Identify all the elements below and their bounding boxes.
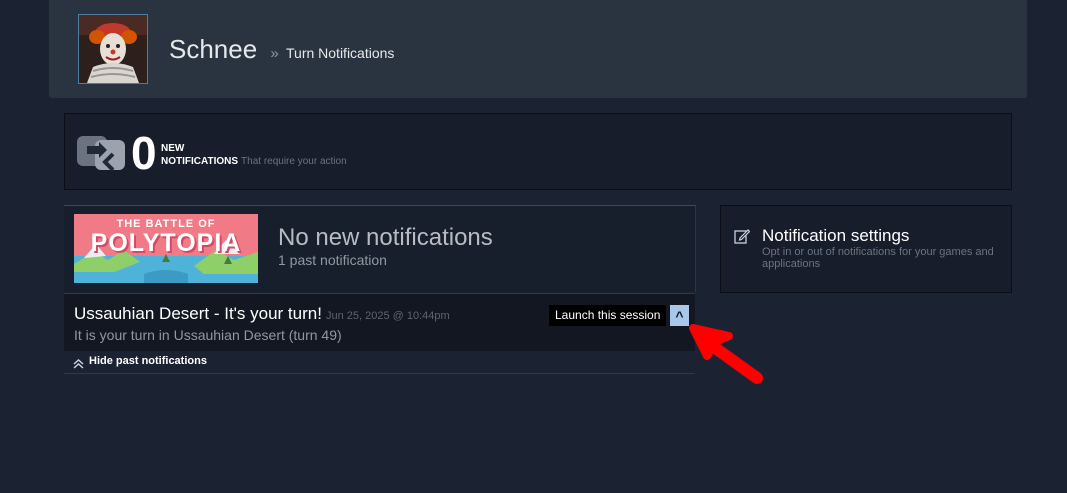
hide-past-notifications-label[interactable]: Hide past notifications	[89, 355, 207, 367]
profile-header: Schnee » Turn Notifications	[49, 0, 1027, 98]
notification-settings-link[interactable]: Notification settings Opt in or out of n…	[720, 205, 1012, 293]
breadcrumb-separator: »	[270, 45, 279, 62]
game-notifications-panel: THE BATTLE OF POLYTOPIA No new notificat…	[64, 205, 696, 374]
page-title: Schnee » Turn Notifications	[169, 34, 394, 65]
game-header: THE BATTLE OF POLYTOPIA No new notificat…	[64, 205, 696, 292]
new-label: NEW	[161, 143, 185, 154]
turn-notification-icon	[77, 132, 127, 177]
launch-session-button[interactable]: Launch this session	[549, 305, 667, 326]
new-notification-count: 0	[131, 127, 157, 179]
notification-body: It is your turn in Ussauhian Desert (tur…	[74, 327, 342, 343]
notification-settings-title[interactable]: Notification settings	[762, 226, 909, 246]
double-chevron-up-icon	[73, 356, 84, 374]
game-status: No new notifications	[278, 224, 493, 251]
hide-past-notifications[interactable]: Hide past notifications	[64, 351, 695, 374]
notification-item: Ussauhian Desert - It's your turn! Jun 25…	[64, 293, 695, 351]
red-arrow-annotation	[685, 320, 770, 395]
capsule-title: POLYTOPIA	[90, 229, 242, 257]
past-notification-count: 1 past notification	[278, 252, 387, 268]
avatar[interactable]	[78, 14, 148, 84]
summary-description: That require your action	[241, 156, 347, 167]
notifications-word: NOTIFICATIONS	[161, 156, 239, 167]
breadcrumb: Turn Notifications	[286, 45, 395, 61]
notification-title-text: Ussauhian Desert - It's your turn!	[74, 304, 322, 323]
pencil-edit-icon	[734, 228, 751, 249]
persona-name[interactable]: Schnee	[169, 34, 257, 64]
game-capsule-image[interactable]: THE BATTLE OF POLYTOPIA	[74, 214, 258, 283]
new-notifications-summary: 0 NEW NOTIFICATIONS That require your act…	[64, 113, 1012, 190]
notification-settings-description: Opt in or out of notifications for your …	[762, 246, 994, 270]
notification-timestamp: Jun 25, 2025 @ 10:44pm	[325, 310, 450, 322]
notifications-label: NOTIFICATIONS That require your action	[161, 156, 347, 167]
notification-title: Ussauhian Desert - It's your turn! Jun 25…	[74, 304, 450, 324]
